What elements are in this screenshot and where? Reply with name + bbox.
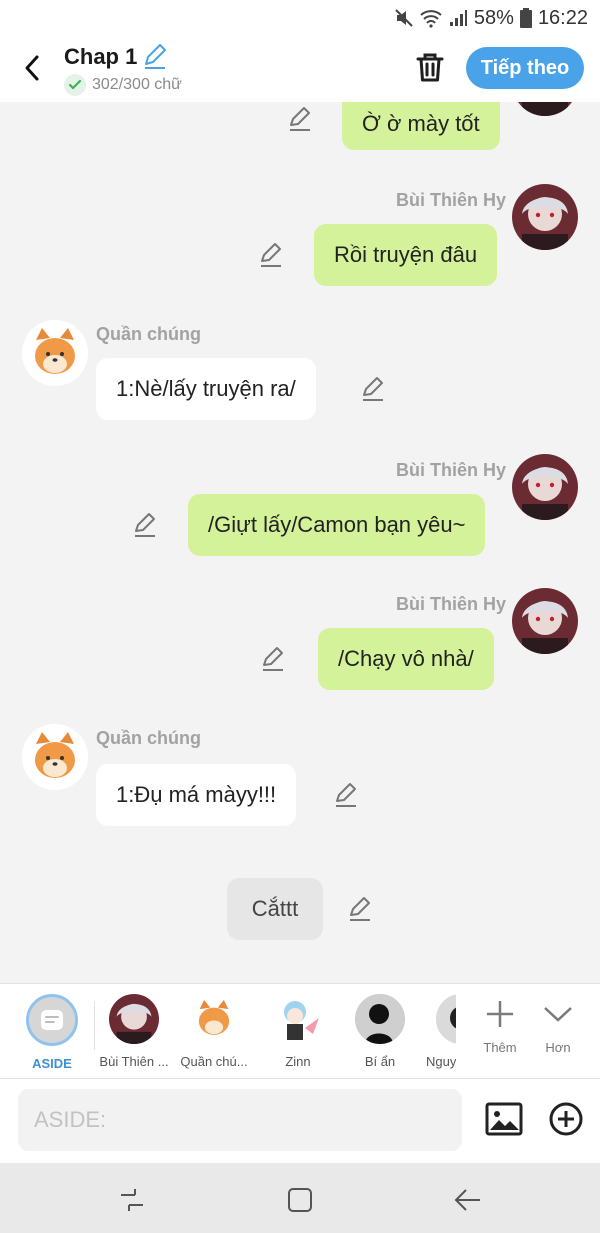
add-character-button[interactable]: Thêm	[472, 994, 528, 1055]
image-icon	[485, 1102, 523, 1136]
character-avatar-icon	[512, 454, 578, 520]
character-nguy[interactable]: Nguy	[418, 994, 456, 1069]
avatar	[109, 994, 159, 1044]
character-avatar-icon	[512, 184, 578, 250]
anime-avatar-icon	[273, 994, 323, 1044]
clock: 16:22	[537, 6, 588, 29]
avatar	[22, 320, 88, 386]
input-bar	[0, 1079, 600, 1163]
word-count-text: 302/300 chữ	[92, 76, 182, 93]
image-button[interactable]	[484, 1099, 524, 1139]
edit-pencil-icon[interactable]	[287, 106, 313, 132]
character-zinn[interactable]: Zinn	[258, 994, 338, 1069]
shiba-avatar-icon	[189, 994, 239, 1044]
edit-pencil-icon[interactable]	[333, 782, 359, 808]
message-bubble[interactable]: /Giựt lấy/Camon bạn yêu~	[188, 494, 486, 556]
chapter-title[interactable]: Chap 1	[64, 44, 137, 70]
avatar	[512, 184, 578, 250]
expand-label: Hơn	[545, 1040, 571, 1055]
avatar	[355, 994, 405, 1044]
avatar	[436, 994, 456, 1044]
speaker-name: Quần chúng	[96, 728, 201, 748]
character-bar: ASIDE Bùi Thiên ... Quần chú... Zinn Bí …	[0, 983, 600, 1079]
expand-button[interactable]: Hơn	[530, 994, 586, 1055]
message-bubble[interactable]: /Chạy vô nhà/	[318, 628, 494, 690]
speaker-name: Bùi Thiên Hy	[396, 594, 507, 614]
message-bubble[interactable]: Rồi truyện đâu	[314, 224, 498, 286]
edit-pencil-icon[interactable]	[132, 512, 158, 538]
message-input[interactable]	[18, 1089, 462, 1151]
character-avatar-icon	[109, 994, 159, 1044]
plus-icon	[472, 994, 528, 1034]
character-avatar-icon	[512, 102, 578, 116]
character-avatar-icon	[512, 588, 578, 654]
edit-pencil-icon[interactable]	[347, 896, 373, 922]
character-label: Zinn	[285, 1054, 311, 1069]
aside-avatar	[26, 994, 78, 1046]
shiba-avatar-icon	[22, 320, 88, 386]
check-icon	[64, 74, 86, 96]
edit-pencil-icon[interactable]	[258, 242, 284, 268]
character-label: Quần chú...	[180, 1054, 248, 1069]
speaker-name: Bùi Thiên Hy	[396, 190, 507, 210]
message-bubble[interactable]: 1:Đụ má màyy!!!	[96, 764, 297, 826]
message-bubble[interactable]: Ờ ờ mày tốt	[342, 102, 500, 150]
trash-icon	[416, 53, 444, 82]
mute-icon	[395, 9, 413, 27]
avatar	[22, 724, 88, 790]
next-button[interactable]: Tiếp theo	[466, 47, 584, 89]
add-button[interactable]	[546, 1099, 586, 1139]
delete-button[interactable]	[412, 50, 448, 86]
wifi-icon	[420, 10, 442, 28]
back-button[interactable]	[14, 50, 50, 86]
aside-icon	[41, 1010, 63, 1030]
avatar	[512, 102, 578, 116]
edit-pencil-icon[interactable]	[260, 646, 286, 672]
home-icon[interactable]	[285, 1185, 315, 1215]
avatar	[512, 588, 578, 654]
speaker-name: Quần chúng	[96, 324, 201, 344]
back-nav-icon[interactable]	[452, 1185, 482, 1215]
character-aside[interactable]: ASIDE	[12, 994, 92, 1071]
header: Chap 1 302/300 chữ Tiếp theo	[0, 36, 600, 102]
shiba-avatar-icon	[22, 724, 88, 790]
character-label: ASIDE	[32, 1056, 72, 1071]
navigation-bar	[0, 1163, 600, 1233]
pencil-icon	[145, 44, 166, 69]
more-label: Thêm	[483, 1040, 517, 1055]
character-label: Bùi Thiên ...	[99, 1054, 169, 1069]
silhouette-avatar-icon	[355, 994, 405, 1044]
status-bar: 58% 16:22	[0, 0, 600, 36]
battery-percent: 58%	[473, 6, 514, 29]
chevron-down-icon	[530, 994, 586, 1034]
character-label: Bí ẩn	[364, 1054, 396, 1069]
avatar	[189, 994, 239, 1044]
character-bui-thien-hy[interactable]: Bùi Thiên ...	[94, 994, 174, 1069]
recent-apps-icon[interactable]	[117, 1185, 147, 1215]
edit-pencil-icon[interactable]	[360, 376, 386, 402]
silhouette-avatar-icon	[436, 994, 456, 1044]
avatar	[512, 454, 578, 520]
battery-icon	[519, 8, 532, 28]
word-count: 302/300 chữ	[64, 74, 182, 96]
signal-icon	[449, 10, 467, 26]
character-bi-an[interactable]: Bí ẩn	[340, 994, 420, 1069]
speaker-name: Bùi Thiên Hy	[396, 460, 507, 480]
message-bubble[interactable]: 1:Nè/lấy truyện ra/	[96, 358, 316, 420]
avatar	[273, 994, 323, 1044]
chevron-left-icon	[25, 55, 39, 81]
character-quan-chung[interactable]: Quần chú...	[174, 994, 254, 1069]
edit-title-button[interactable]	[141, 44, 169, 70]
character-label: Nguy	[426, 1054, 456, 1069]
aside-bubble[interactable]: Cắttt	[227, 878, 323, 940]
chat-area[interactable]: Ờ ờ mày tốt Bùi Thiên Hy Rồi truyện đâu …	[0, 102, 600, 982]
plus-circle-icon	[549, 1102, 583, 1136]
